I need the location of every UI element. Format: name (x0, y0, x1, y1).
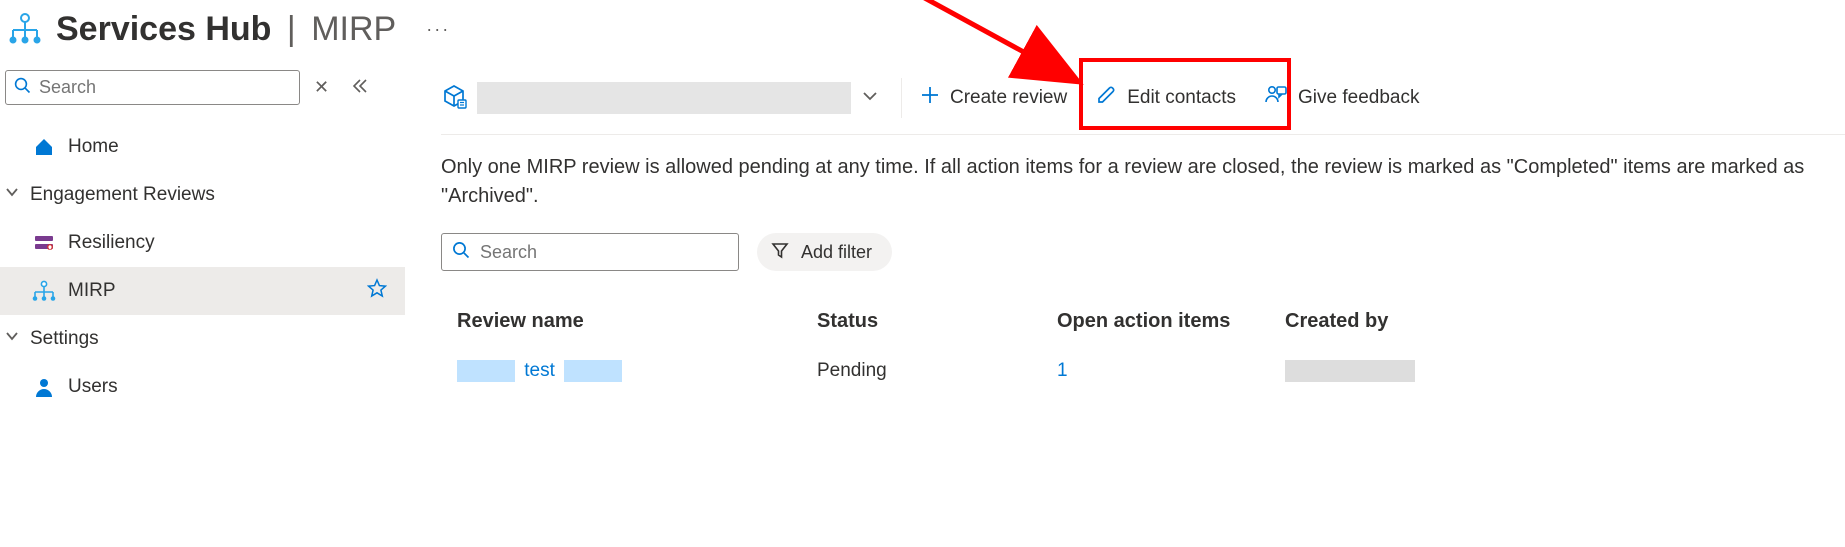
search-icon (14, 77, 31, 98)
redacted-text (457, 360, 515, 382)
redacted-text (564, 360, 622, 382)
user-icon (30, 373, 58, 401)
button-label: Create review (950, 87, 1067, 109)
col-header-open[interactable]: Open action items (1057, 310, 1285, 333)
sidebar-item-label: Home (68, 136, 119, 158)
sidebar: ✕ Home Engagement Reviews (0, 68, 405, 547)
sidebar-item-settings[interactable]: Settings (0, 315, 405, 363)
page-header: Services Hub | MIRP ··· (0, 0, 1845, 68)
sidebar-item-home[interactable]: Home (0, 123, 405, 171)
favorite-star-icon[interactable] (367, 278, 387, 304)
scope-value-redacted (477, 82, 851, 114)
button-label: Add filter (801, 242, 872, 263)
redacted-text (1285, 360, 1415, 382)
mirp-icon (30, 277, 58, 305)
chevron-down-icon (4, 328, 26, 350)
button-label: Edit contacts (1127, 87, 1236, 109)
more-button[interactable]: ··· (426, 19, 450, 40)
review-link[interactable]: test (524, 360, 555, 381)
page-title: Services Hub | MIRP (56, 10, 396, 49)
edit-contacts-button[interactable]: Edit contacts (1081, 78, 1250, 118)
add-filter-button[interactable]: Add filter (757, 233, 892, 271)
title-main: Services Hub (56, 10, 271, 48)
sidebar-item-label: Resiliency (68, 232, 155, 254)
col-header-name[interactable]: Review name (457, 310, 817, 333)
chevron-down-icon (4, 184, 26, 206)
collapse-sidebar-button[interactable] (349, 76, 369, 100)
title-sub: MIRP (311, 10, 396, 48)
table-search-input[interactable] (480, 242, 728, 263)
table-row[interactable]: test Pending 1 (441, 345, 1845, 397)
chevron-down-icon (861, 87, 879, 109)
sidebar-item-label: Settings (30, 328, 99, 350)
plus-icon (920, 85, 940, 111)
col-header-created[interactable]: Created by (1285, 310, 1525, 333)
sidebar-item-label: Engagement Reviews (30, 184, 215, 206)
reviews-table: Review name Status Open action items Cre… (441, 297, 1845, 397)
description-text: Only one MIRP review is allowed pending … (441, 135, 1841, 211)
pencil-icon (1095, 84, 1117, 112)
sidebar-search[interactable] (5, 70, 300, 105)
button-label: Give feedback (1298, 87, 1419, 109)
resiliency-icon (30, 229, 58, 257)
sidebar-item-label: MIRP (68, 280, 116, 302)
filter-icon (771, 241, 789, 264)
package-icon (441, 83, 467, 113)
app-icon (4, 8, 46, 50)
cell-review-name[interactable]: test (457, 360, 817, 382)
sidebar-nav: Home Engagement Reviews Resiliency (0, 123, 405, 411)
toolbar: Create review Edit contacts Give feedbac… (441, 78, 1845, 135)
sidebar-item-mirp[interactable]: MIRP (0, 267, 405, 315)
divider (901, 78, 902, 118)
home-icon (30, 133, 58, 161)
clear-search-button[interactable]: ✕ (314, 77, 329, 98)
main-content: Create review Edit contacts Give feedbac… (405, 68, 1845, 547)
create-review-button[interactable]: Create review (906, 79, 1081, 117)
cell-created-by (1285, 360, 1525, 382)
feedback-icon (1264, 84, 1288, 112)
sidebar-item-users[interactable]: Users (0, 363, 405, 411)
col-header-status[interactable]: Status (817, 310, 1057, 333)
sidebar-item-label: Users (68, 376, 118, 398)
filter-row: Add filter (441, 233, 1845, 271)
title-sep: | (287, 10, 296, 48)
search-icon (452, 241, 470, 263)
sidebar-item-engagement-reviews[interactable]: Engagement Reviews (0, 171, 405, 219)
give-feedback-button[interactable]: Give feedback (1250, 78, 1433, 118)
scope-selector[interactable] (441, 82, 879, 114)
sidebar-item-resiliency[interactable]: Resiliency (0, 219, 405, 267)
sidebar-search-input[interactable] (39, 77, 291, 98)
cell-open-items[interactable]: 1 (1057, 360, 1285, 382)
cell-status: Pending (817, 360, 1057, 382)
table-search[interactable] (441, 233, 739, 271)
table-header: Review name Status Open action items Cre… (441, 297, 1845, 345)
